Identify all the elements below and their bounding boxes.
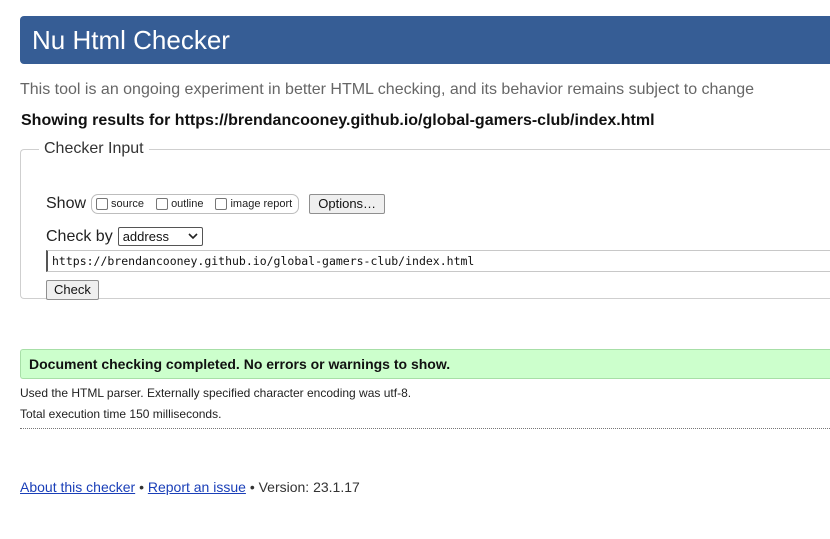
check-by-row: Check by address [46,227,203,246]
url-input[interactable]: https://brendancooney.github.io/global-g… [46,250,830,272]
footer-separator: • [139,479,144,495]
source-checkbox[interactable] [96,198,109,210]
footer: About this checker • Report an issue • V… [20,479,360,495]
parser-info: Used the HTML parser. Externally specifi… [20,386,412,400]
report-issue-link[interactable]: Report an issue [148,479,246,495]
showing-results-heading: Showing results for https://brendancoone… [21,112,655,129]
version-text: Version: 23.1.17 [258,479,360,495]
success-message: Document checking completed. No errors o… [20,349,830,379]
intro-text: This tool is an ongoing experiment in be… [20,81,755,98]
check-by-select-value[interactable]: address [123,229,169,244]
chevron-down-icon[interactable] [188,232,198,242]
image-report-option-label[interactable]: image report [230,198,292,210]
show-options-group: source outline image report [91,194,300,214]
check-by-label: Check by [46,227,113,245]
page-title: Nu Html Checker [32,25,230,55]
outline-checkbox[interactable] [156,198,169,210]
checker-input-fieldset: Checker Input Show source outline image … [20,140,830,300]
footer-separator: • [249,479,255,495]
image-report-checkbox[interactable] [215,198,228,210]
app-header: Nu Html Checker [20,16,830,64]
check-by-select[interactable]: address [117,227,203,246]
image-report-option[interactable]: image report [215,198,292,210]
show-options-row: Show source outline image report Options… [46,193,386,215]
options-button[interactable]: Options… [309,194,386,214]
checker-input-legend: Checker Input [44,140,144,157]
source-option-label[interactable]: source [111,198,144,210]
check-button[interactable]: Check [46,280,99,300]
source-option[interactable]: source [96,198,144,210]
outline-option-label[interactable]: outline [171,198,203,210]
outline-option[interactable]: outline [156,198,203,210]
divider [20,428,830,429]
show-label: Show [46,195,87,212]
about-checker-link[interactable]: About this checker [20,479,135,495]
execution-time: Total execution time 150 milliseconds. [20,407,222,421]
